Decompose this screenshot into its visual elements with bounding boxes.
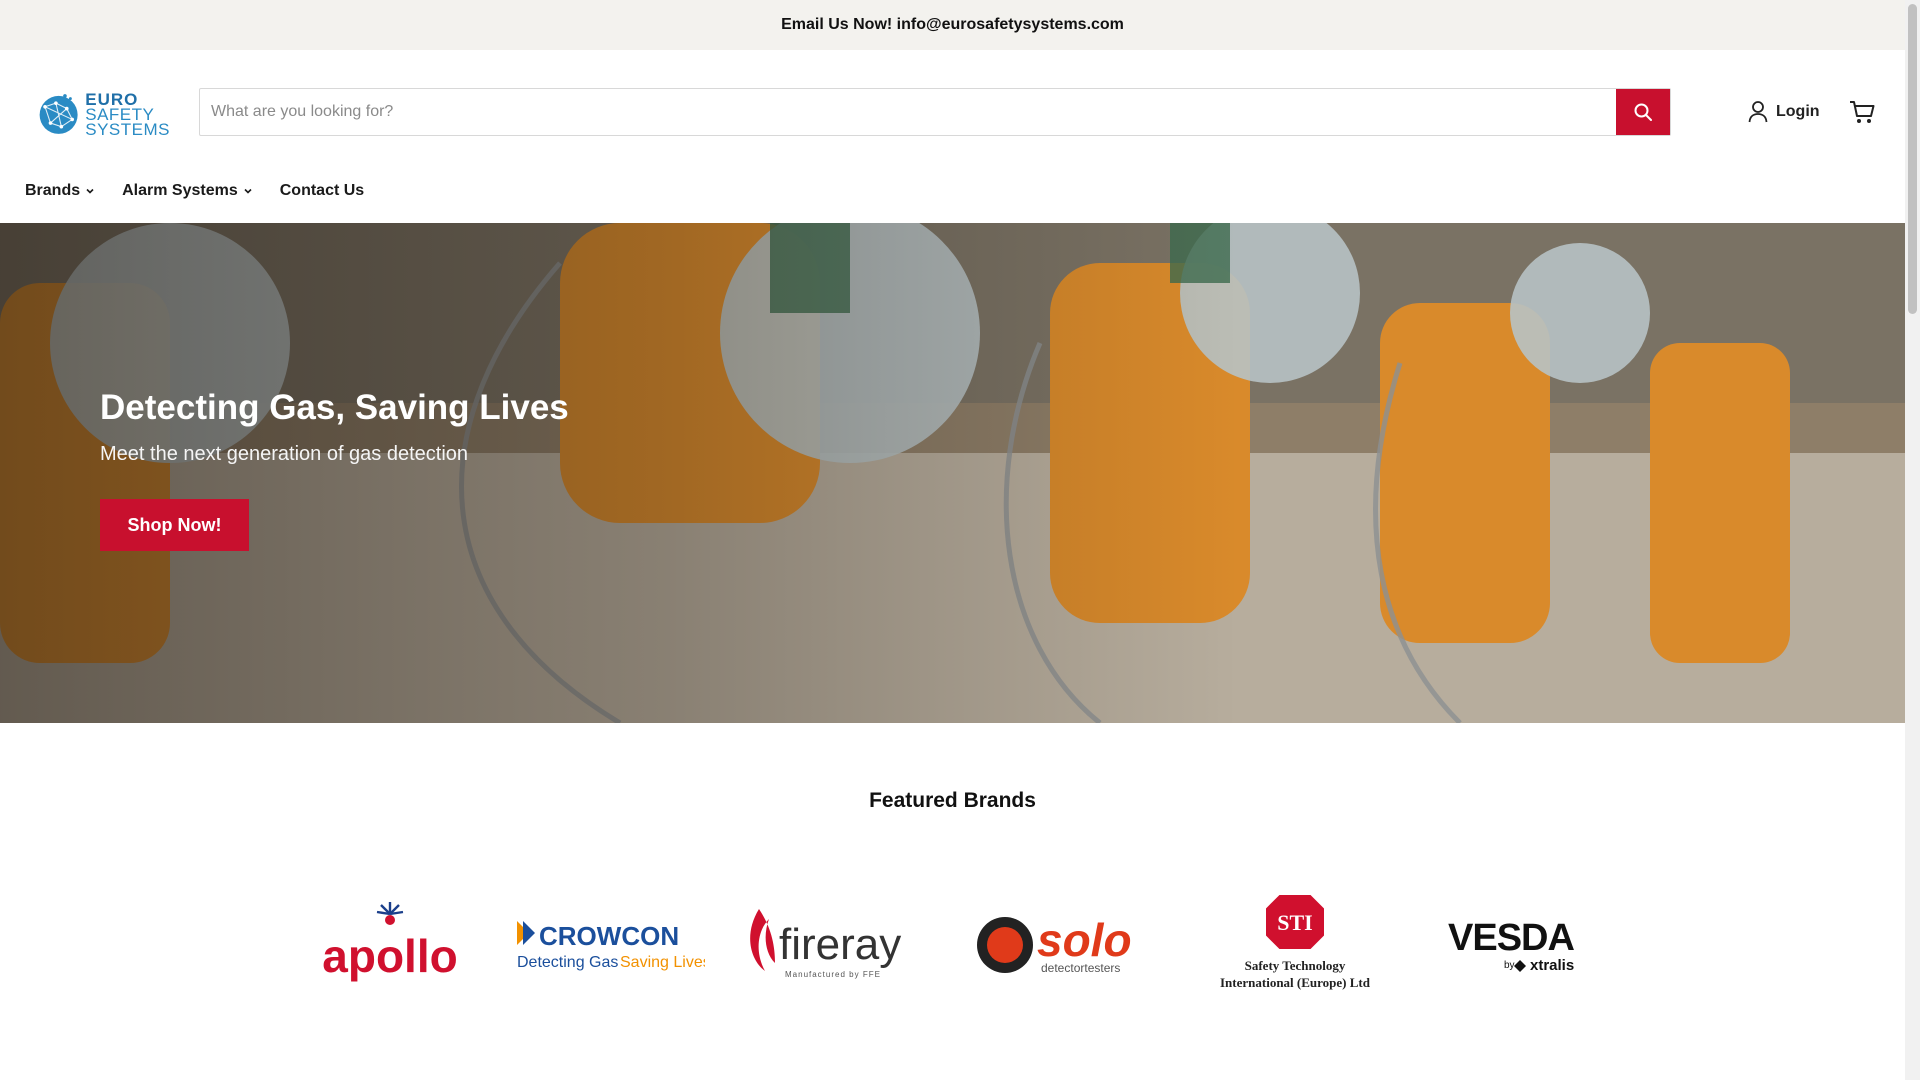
brand-tagline: International (Europe) Ltd [1220,975,1371,990]
login-link[interactable]: Login [1748,98,1820,126]
cart-icon [1850,101,1875,123]
announcement-bar: Email Us Now! info@eurosafetysystems.com [0,0,1905,50]
brand-tagline: Saving Lives [620,954,705,971]
brand-logo-sti[interactable]: STI Safety Technology International (Eur… [1200,880,1390,1010]
brand-tagline: detectortesters [1041,961,1120,975]
hero-background-image [0,223,1905,723]
nav-item-brands[interactable]: Brands [25,182,94,200]
hero-title: Detecting Gas, Saving Lives [100,388,569,427]
login-label: Login [1776,103,1820,120]
brand-name: apollo [322,930,457,982]
nav-label: Contact Us [279,182,365,199]
brand-name: fireray [779,920,901,969]
user-icon [1748,101,1768,123]
chevron-down-icon [244,188,252,194]
apollo-logo: apollo [322,902,458,982]
brand-tagline: Detecting Gas [517,954,618,971]
brand-tagline: by [1504,960,1515,971]
brand-tagline: Safety Technology [1245,958,1346,973]
logo-line-3: SYSTEMS [85,119,170,139]
brand-name: CROWCON [539,921,679,951]
announcement-text[interactable]: Email Us Now! info@eurosafetysystems.com [781,16,1124,34]
nav-item-alarm-systems[interactable]: Alarm Systems [122,182,252,200]
logo-text: EURO SAFETY SYSTEMS [85,91,170,139]
brand-name: STI [1277,910,1312,935]
brand-logo-vesda[interactable]: VESDA by xtralis [1430,880,1620,1010]
brand-logo-apollo[interactable]: apollo [300,880,480,1010]
brand-name: solo [1037,914,1132,966]
nav-label: Brands [25,182,81,199]
sti-logo: STI Safety Technology International (Eur… [1220,893,1371,990]
site-logo[interactable]: EURO SAFETY SYSTEMS [36,86,170,142]
search-bar [199,88,1671,136]
globe-icon [39,94,78,134]
solo-logo: solo detectortesters [977,914,1132,975]
brand-tagline: Manufactured by FFE [785,970,881,979]
fireray-logo: fireray Manufactured by FFE [750,909,901,979]
search-button[interactable] [1616,89,1670,135]
brand-logo-crowcon[interactable]: CROWCON Detecting Gas Saving Lives [510,880,710,1010]
search-icon [1634,103,1652,121]
nav-item-contact-us[interactable]: Contact Us [280,182,364,200]
main-nav: Brands Alarm Systems Contact Us [25,182,364,200]
crowcon-logo: CROWCON Detecting Gas Saving Lives [517,921,705,971]
brand-logo-solo[interactable]: solo detectortesters [970,880,1160,1010]
page-scrollbar[interactable] [1905,0,1920,1080]
hero-subtitle: Meet the next generation of gas detectio… [100,443,469,465]
vesda-logo: VESDA by xtralis [1448,917,1575,974]
featured-brands-title: Featured Brands [869,789,1036,812]
nav-label: Alarm Systems [122,182,238,199]
brand-tagline: xtralis [1530,957,1574,974]
cart-button[interactable] [1848,98,1876,126]
brand-name: VESDA [1448,917,1574,959]
scrollbar-thumb[interactable] [1908,4,1917,314]
brand-logo-fireray[interactable]: fireray Manufactured by FFE [740,880,930,1010]
hero-banner: Detecting Gas, Saving Lives Meet the nex… [0,223,1905,723]
shop-now-button[interactable]: Shop Now! [100,499,249,551]
brand-logo-row: apollo CROWCON Detecting Gas Saving Live… [300,880,1620,1010]
search-input[interactable] [200,89,1616,135]
site-header: EURO SAFETY SYSTEMS Login Brands [0,50,1905,224]
chevron-down-icon [86,188,94,194]
